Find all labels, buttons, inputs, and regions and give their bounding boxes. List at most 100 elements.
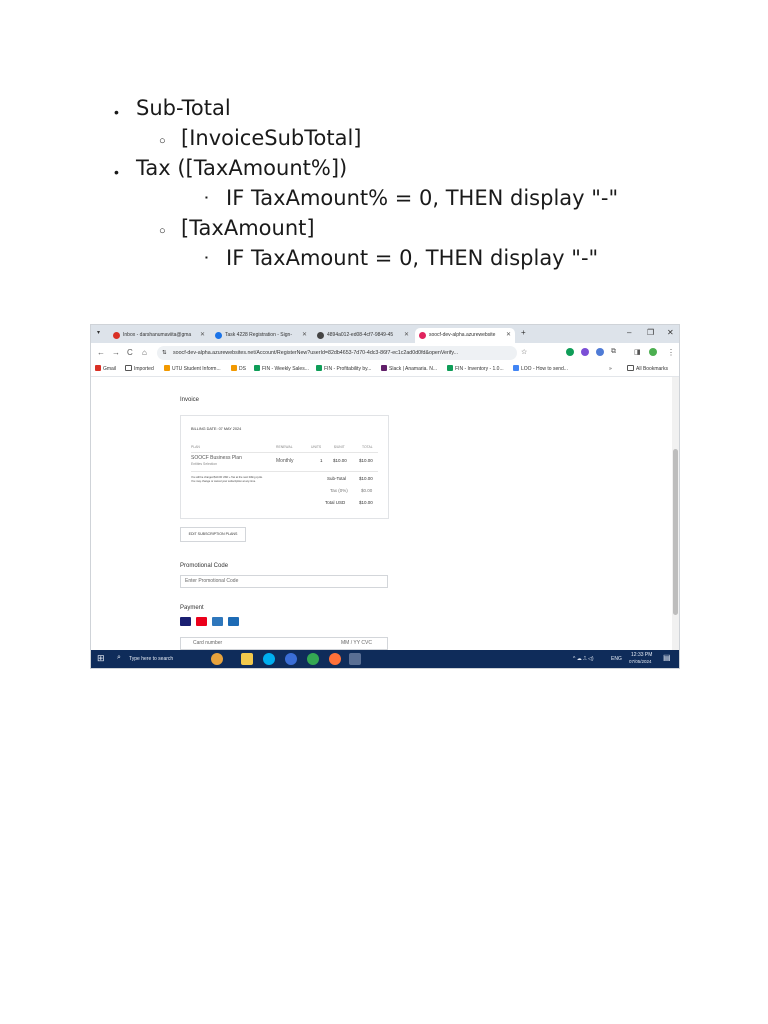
tab-guid[interactable]: 4894a012-ed08-4cf7-9849-45 ✕	[313, 328, 413, 343]
bullet-dot: •	[114, 104, 119, 120]
tax-label: Tax (0%)	[330, 488, 348, 493]
site-info-icon[interactable]: ⇅	[162, 346, 166, 360]
divider	[191, 452, 378, 453]
list-item: [InvoiceSubTotal]	[181, 126, 362, 150]
list-item: Sub-Total	[136, 96, 231, 120]
jcb-icon	[228, 617, 239, 626]
clock-time[interactable]: 12:33 PM	[631, 652, 652, 658]
bookmark-fin-profit[interactable]: FIN - Profitability by...	[316, 365, 371, 374]
chrome-icon[interactable]	[307, 653, 319, 665]
bullet-square: ▪	[205, 193, 208, 202]
file-explorer-icon[interactable]	[241, 653, 253, 665]
divider	[191, 471, 378, 472]
taskbar-search-input[interactable]: Type here to search	[129, 656, 173, 662]
reload-icon[interactable]: C	[127, 348, 133, 357]
bullet-dot: •	[114, 164, 119, 180]
list-item: [TaxAmount]	[181, 216, 315, 240]
url-input[interactable]: ⇅ soocf-dev-alpha.azurewebsites.net/Acco…	[157, 346, 517, 360]
col-unit-price: $/UNIT	[334, 445, 345, 449]
all-bookmarks[interactable]: All Bookmarks	[627, 365, 668, 374]
charge-note: You will be charged $10.00 USD + Tax at …	[191, 476, 263, 479]
star-icon[interactable]: ☆	[521, 348, 527, 356]
bullet-square: ▪	[205, 253, 208, 262]
task-icon	[215, 332, 222, 339]
bookmark-fin-inventory[interactable]: FIN - Inventory - 1.0...	[447, 365, 504, 374]
app-icon[interactable]	[349, 653, 361, 665]
windows-taskbar: ⊞ ⌕ Type here to search ^ ☁ ⎍ ◁) ENG 12:…	[91, 650, 679, 668]
bookmark-slack[interactable]: Slack | Anamaria. N...	[381, 365, 437, 374]
promo-code-input[interactable]: Enter Promotional Code	[180, 575, 388, 588]
plan-unit-price: $10.00	[333, 458, 347, 463]
subtotal-value: $10.00	[359, 476, 373, 481]
site-icon	[419, 332, 426, 339]
embedded-screenshot: ▾ Inbox - darshanumaviita@gma ✕ Task 422…	[90, 324, 680, 669]
extension-icon[interactable]	[581, 348, 589, 356]
edit-subscription-button[interactable]: EDIT SUBSCRIPTION PLANS	[180, 527, 246, 542]
col-renewal: RENEWAL	[276, 445, 293, 449]
browser-tab-bar: ▾ Inbox - darshanumaviita@gma ✕ Task 422…	[91, 325, 679, 343]
bookmark-fin-weekly[interactable]: FIN - Weekly Sales...	[254, 365, 309, 374]
col-units: UNITS	[311, 445, 322, 449]
tax-value: $0.00	[361, 488, 373, 493]
firefox-icon[interactable]	[329, 653, 341, 665]
bullet-circle: ○	[159, 225, 166, 237]
bookmark-loo[interactable]: LOO - How to send...	[513, 365, 568, 374]
tab-gmail[interactable]: Inbox - darshanumaviita@gma ✕	[109, 328, 209, 343]
puzzle-icon[interactable]: ⧉	[611, 348, 616, 356]
window-close-icon[interactable]: ✕	[667, 328, 674, 337]
extension-icon[interactable]	[566, 348, 574, 356]
col-plan: PLAN	[191, 445, 200, 449]
list-item: IF TaxAmount = 0, THEN display "-"	[226, 246, 599, 270]
system-tray-icons[interactable]: ^ ☁ ⎍ ◁)	[573, 656, 594, 662]
card-number-input[interactable]: Card number MM / YY CVC	[180, 637, 388, 650]
promo-heading: Promotional Code	[180, 563, 229, 569]
bookmark-imported[interactable]: Imported	[125, 365, 154, 374]
sidebar-icon[interactable]: ◨	[634, 348, 641, 356]
forward-icon[interactable]: →	[112, 348, 120, 357]
windows-start-icon[interactable]: ⊞	[97, 653, 105, 664]
new-tab-button[interactable]: +	[521, 328, 526, 337]
plan-total: $10.00	[359, 458, 373, 463]
menu-icon[interactable]: ⋮	[667, 348, 675, 357]
bookmark-utu[interactable]: UTU Student Inform...	[164, 365, 221, 374]
subtotal-label: Sub-Total	[327, 476, 347, 481]
close-icon[interactable]: ✕	[506, 328, 511, 343]
page-icon	[317, 332, 324, 339]
bookmarks-overflow[interactable]: »	[609, 365, 612, 374]
app-icon[interactable]	[285, 653, 297, 665]
minimize-icon[interactable]: –	[627, 328, 631, 337]
extension-icon[interactable]	[596, 348, 604, 356]
scrollbar-thumb[interactable]	[673, 449, 678, 615]
payment-heading: Payment	[180, 605, 204, 611]
bookmark-ds[interactable]: DS	[231, 365, 246, 374]
search-icon: ⌕	[117, 654, 121, 661]
invoice-heading: Invoice	[180, 397, 200, 403]
profile-avatar[interactable]	[649, 348, 657, 356]
widget-icon[interactable]	[211, 653, 223, 665]
close-icon[interactable]: ✕	[200, 328, 205, 343]
list-item: Tax ([TaxAmount%])	[136, 156, 348, 180]
notification-icon[interactable]: ▤	[663, 653, 671, 662]
restore-icon[interactable]: ❐	[647, 328, 654, 337]
bookmark-gmail[interactable]: Gmail	[95, 365, 116, 374]
plan-sub: Entities Selection	[191, 462, 218, 466]
language-indicator[interactable]: ENG	[611, 656, 622, 662]
address-bar-row: ← → C ⌂ ⇅ soocf-dev-alpha.azurewebsites.…	[91, 343, 679, 363]
col-total: TOTAL	[362, 445, 373, 449]
home-icon[interactable]: ⌂	[142, 348, 147, 357]
charge-note: You may change or cancel your subscripti…	[191, 480, 256, 483]
tab-soocf[interactable]: soocf-dev-alpha.azurewebsite ✕	[415, 328, 515, 343]
page-scrollbar[interactable]	[672, 377, 679, 650]
close-icon[interactable]: ✕	[404, 328, 409, 343]
tab-search-icon[interactable]: ▾	[97, 329, 100, 336]
skype-icon[interactable]	[263, 653, 275, 665]
list-item: IF TaxAmount% = 0, THEN display "-"	[226, 186, 619, 210]
total-label: Total USD	[325, 500, 346, 505]
close-icon[interactable]: ✕	[302, 328, 307, 343]
plan-units: 1	[320, 458, 323, 463]
tab-task[interactable]: Task 4228 Registration - Sign- ✕	[211, 328, 311, 343]
back-icon[interactable]: ←	[97, 348, 105, 357]
clock-date[interactable]: 07/05/2024	[629, 659, 652, 664]
invoice-card: BILLING DATE: 07 MAY 2024 PLAN RENEWAL U…	[180, 415, 389, 519]
amex-icon	[212, 617, 223, 626]
